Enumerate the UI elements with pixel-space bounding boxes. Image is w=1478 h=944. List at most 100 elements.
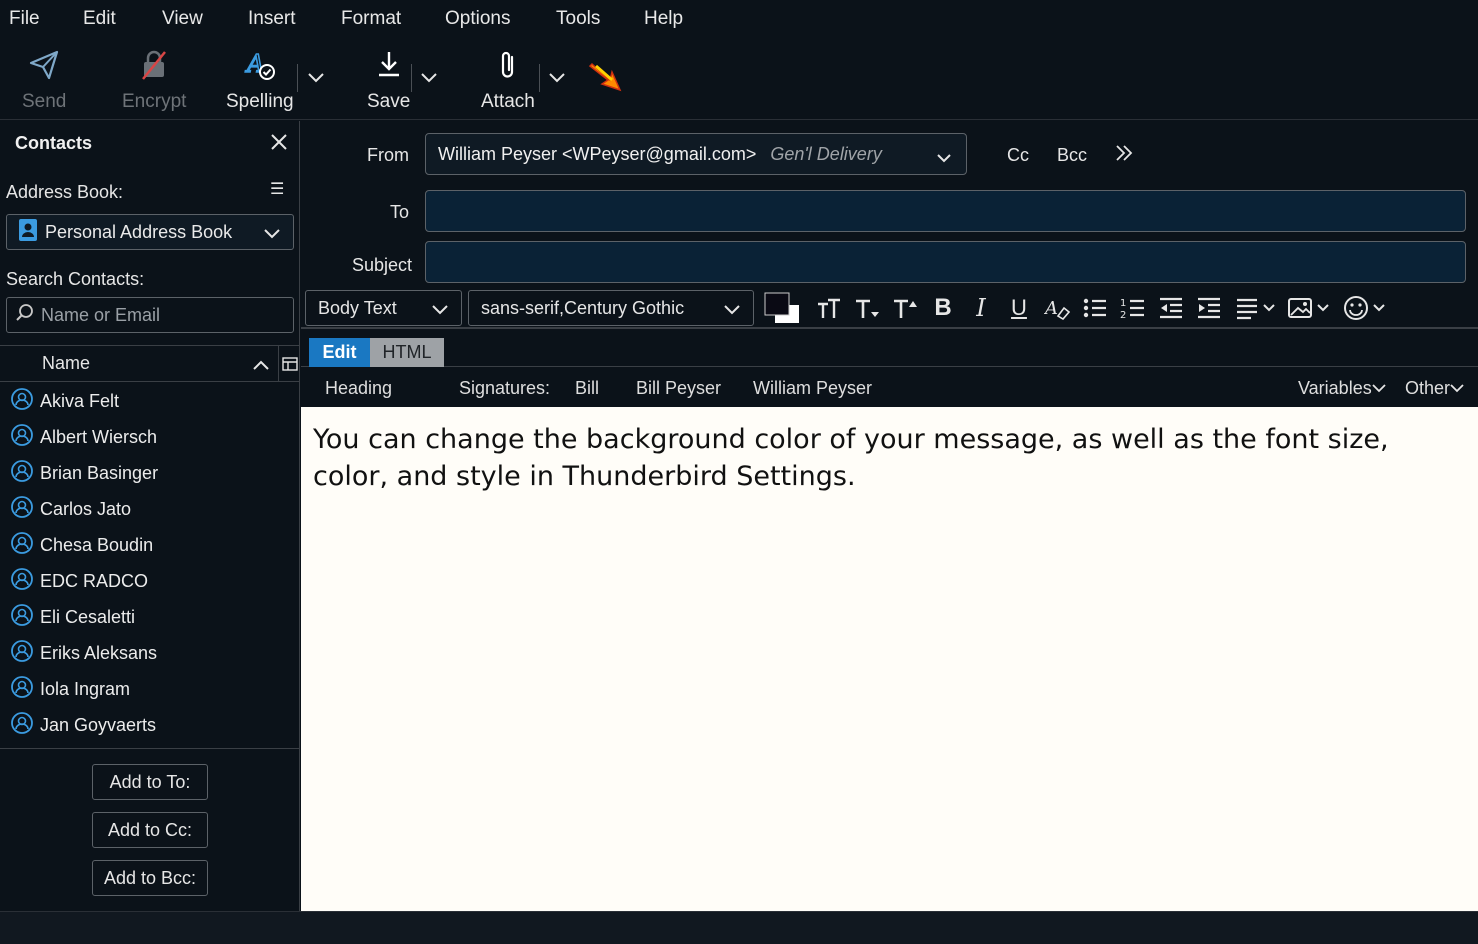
remove-formatting-icon[interactable]: A xyxy=(1043,295,1071,321)
contacts-sidebar: Contacts Address Book: ☰ Personal Addres… xyxy=(0,121,300,911)
separator xyxy=(411,64,412,92)
contact-row[interactable]: Eriks Aleksans xyxy=(0,635,300,671)
font-size-reset-icon[interactable] xyxy=(815,295,843,321)
contact-row[interactable]: Chesa Boudin xyxy=(0,527,300,563)
signature-bar: Heading Signatures: Bill Bill Peyser Wil… xyxy=(301,368,1478,407)
align-dropdown-icon[interactable] xyxy=(1235,295,1279,321)
status-bar xyxy=(0,911,1478,944)
from-identity: Gen'l Delivery xyxy=(770,143,882,164)
name-column-header[interactable]: Name xyxy=(42,353,90,374)
arrow-extension-icon[interactable] xyxy=(588,58,624,94)
bullet-list-icon[interactable] xyxy=(1081,295,1109,321)
menu-edit[interactable]: Edit xyxy=(83,8,116,30)
svg-text:2: 2 xyxy=(1120,310,1126,320)
contact-row[interactable]: Iola Ingram xyxy=(0,671,300,707)
paperclip-icon xyxy=(491,48,525,87)
emoji-dropdown-icon[interactable] xyxy=(1343,295,1389,321)
menu-file[interactable]: File xyxy=(9,8,40,30)
italic-icon[interactable]: I xyxy=(967,294,995,322)
save-dropdown-chevron-icon[interactable] xyxy=(420,68,438,89)
menu-format[interactable]: Format xyxy=(341,8,401,30)
menu-tools[interactable]: Tools xyxy=(556,8,600,30)
bcc-button[interactable]: Bcc xyxy=(1057,145,1087,166)
bold-icon[interactable]: B xyxy=(929,294,957,321)
variables-dropdown[interactable]: Variables xyxy=(1298,378,1386,399)
spelling-dropdown-chevron-icon[interactable] xyxy=(307,68,325,89)
menu-options[interactable]: Options xyxy=(445,8,510,30)
save-button[interactable]: Save xyxy=(367,48,410,113)
spelling-label: Spelling xyxy=(226,91,294,112)
address-book-select[interactable]: Personal Address Book xyxy=(6,214,294,250)
menu-help[interactable]: Help xyxy=(644,8,683,30)
underline-icon[interactable]: U xyxy=(1005,295,1033,321)
contact-name: Albert Wiersch xyxy=(40,426,158,447)
contact-row[interactable]: EDC RADCO xyxy=(0,563,300,599)
spelling-button[interactable]: A Spelling xyxy=(226,48,294,113)
contact-row[interactable]: Albert Wiersch xyxy=(0,419,300,455)
paragraph-style-select[interactable]: Body Text xyxy=(305,290,462,326)
contact-name: Akiva Felt xyxy=(40,390,120,411)
send-button[interactable]: Send xyxy=(22,48,66,113)
from-select[interactable]: William Peyser <WPeyser@gmail.com> Gen'l… xyxy=(425,133,967,175)
menu-insert[interactable]: Insert xyxy=(248,8,296,30)
send-label: Send xyxy=(22,91,67,112)
add-cc-button[interactable]: Add to Cc: xyxy=(92,812,208,848)
signature-bill[interactable]: Bill xyxy=(575,378,599,399)
save-label: Save xyxy=(367,91,411,112)
svg-text:A: A xyxy=(1044,298,1058,319)
sort-ascending-icon[interactable] xyxy=(252,356,270,377)
contact-name: Iola Ingram xyxy=(40,678,131,699)
download-icon xyxy=(372,48,406,87)
contact-row[interactable]: Akiva Felt xyxy=(0,383,300,419)
contact-list-header: Name xyxy=(0,346,300,382)
message-body[interactable]: You can change the background color of y… xyxy=(301,407,1478,911)
send-icon xyxy=(27,48,61,87)
signature-bill-peyser[interactable]: Bill Peyser xyxy=(636,378,721,399)
attach-label: Attach xyxy=(481,91,535,112)
other-dropdown[interactable]: Other xyxy=(1405,378,1464,399)
encrypt-label: Encrypt xyxy=(122,91,187,112)
from-address: William Peyser <WPeyser@gmail.com> xyxy=(438,143,757,164)
subject-input[interactable] xyxy=(425,241,1466,283)
close-icon[interactable] xyxy=(270,133,288,156)
font-select[interactable]: sans-serif,Century Gothic xyxy=(468,290,754,326)
chevron-down-icon xyxy=(1372,384,1386,393)
to-input[interactable] xyxy=(425,190,1466,232)
attach-dropdown-chevron-icon[interactable] xyxy=(548,68,566,89)
add-to-button[interactable]: Add to To: xyxy=(92,764,208,800)
contact-row[interactable]: Jan Goyvaerts xyxy=(0,707,300,743)
menu-icon[interactable]: ☰ xyxy=(270,179,284,199)
text-color-icon[interactable] xyxy=(763,291,803,325)
variables-label: Variables xyxy=(1298,378,1372,398)
column-picker-icon[interactable] xyxy=(278,346,300,382)
more-headers-icon[interactable] xyxy=(1114,143,1134,168)
indent-icon[interactable] xyxy=(1195,295,1223,321)
contact-name: Chesa Boudin xyxy=(40,534,154,555)
search-icon xyxy=(15,303,35,328)
contact-row[interactable]: Brian Basinger xyxy=(0,455,300,491)
tab-edit[interactable]: Edit xyxy=(309,338,370,367)
outdent-icon[interactable] xyxy=(1157,295,1185,321)
encrypt-button[interactable]: Encrypt xyxy=(122,48,186,113)
search-contacts-input[interactable] xyxy=(41,304,281,326)
heading-button[interactable]: Heading xyxy=(325,378,392,399)
numbered-list-icon[interactable]: 12 xyxy=(1119,295,1147,321)
contact-icon xyxy=(10,567,34,596)
menu-view[interactable]: View xyxy=(162,8,203,30)
tab-html[interactable]: HTML xyxy=(370,338,444,367)
contact-row[interactable]: Carlos Jato xyxy=(0,491,300,527)
smaller-font-icon[interactable] xyxy=(853,295,881,321)
cc-button[interactable]: Cc xyxy=(1007,145,1029,166)
signature-william-peyser[interactable]: William Peyser xyxy=(753,378,872,399)
larger-font-icon[interactable] xyxy=(891,295,919,321)
search-contacts-label: Search Contacts: xyxy=(6,269,145,289)
contact-name: Carlos Jato xyxy=(40,498,132,519)
insert-image-dropdown-icon[interactable] xyxy=(1287,295,1333,321)
attach-button[interactable]: Attach xyxy=(481,48,535,113)
contact-icon xyxy=(10,459,34,488)
chevron-down-icon xyxy=(1450,384,1464,393)
editor-tabs: Edit HTML xyxy=(301,331,1478,367)
contact-row[interactable]: Eli Cesaletti xyxy=(0,599,300,635)
add-bcc-button[interactable]: Add to Bcc: xyxy=(92,860,208,896)
message-text[interactable]: You can change the background color of y… xyxy=(313,421,1466,495)
